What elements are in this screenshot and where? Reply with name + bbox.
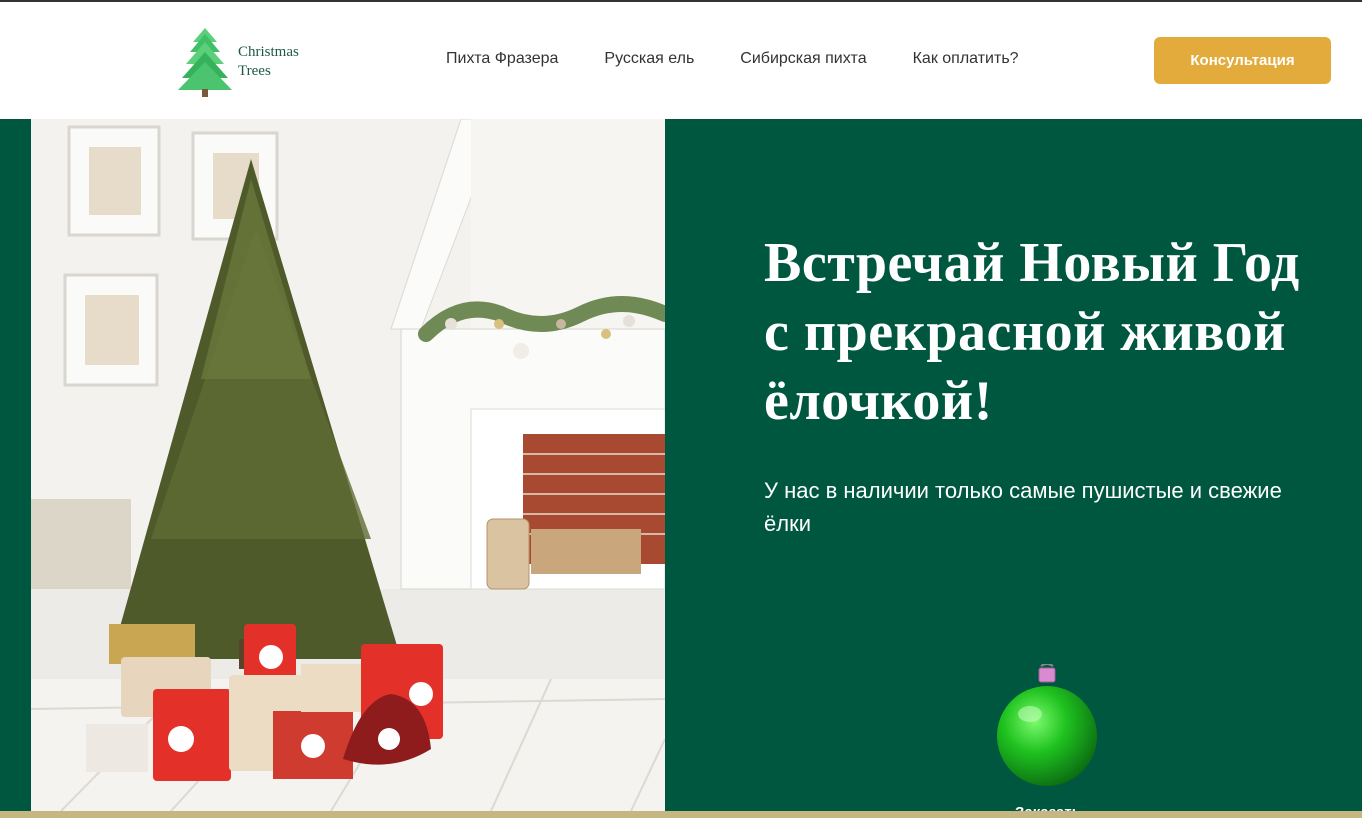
nav-item-fraser-fir[interactable]: Пихта Фразера xyxy=(446,50,558,68)
hero-subtitle: У нас в наличии только самые пушистые и … xyxy=(764,478,1282,536)
nav-item-how-to-pay[interactable]: Как оплатить? xyxy=(913,50,1019,68)
hero-title: Встречай Новый Год с прекрасной живой ёл… xyxy=(764,229,1344,436)
nav-item-russian-spruce[interactable]: Русская ель xyxy=(604,50,694,68)
tree-icon xyxy=(178,28,232,97)
consultation-button[interactable]: Консультация xyxy=(1154,37,1331,84)
hero-title-line2: с прекрасной живой xyxy=(764,301,1286,363)
bottom-strip xyxy=(0,811,1362,818)
hero-section: Встречай Новый Год с прекрасной живой ёл… xyxy=(0,119,1362,818)
christmas-ball-icon[interactable] xyxy=(996,664,1100,792)
main-nav: Пихта Фразера Русская ель Сибирская пихт… xyxy=(446,50,1019,68)
hero-photo xyxy=(31,119,665,811)
hero-title-line3: ёлочкой! xyxy=(764,370,993,432)
site-header: Christmas Trees Пихта Фразера Русская ел… xyxy=(0,2,1362,119)
nav-item-siberian-fir[interactable]: Сибирская пихта xyxy=(740,50,866,68)
logo-text-line1: Christmas xyxy=(238,44,299,60)
hero-title-line1: Встречай Новый Год xyxy=(764,232,1300,294)
logo[interactable]: Christmas Trees xyxy=(178,26,328,98)
logo-text-line2: Trees xyxy=(238,63,271,79)
hero-text-block: Встречай Новый Год с прекрасной живой ёл… xyxy=(764,229,1344,540)
order-button[interactable]: Заказать xyxy=(996,664,1100,818)
